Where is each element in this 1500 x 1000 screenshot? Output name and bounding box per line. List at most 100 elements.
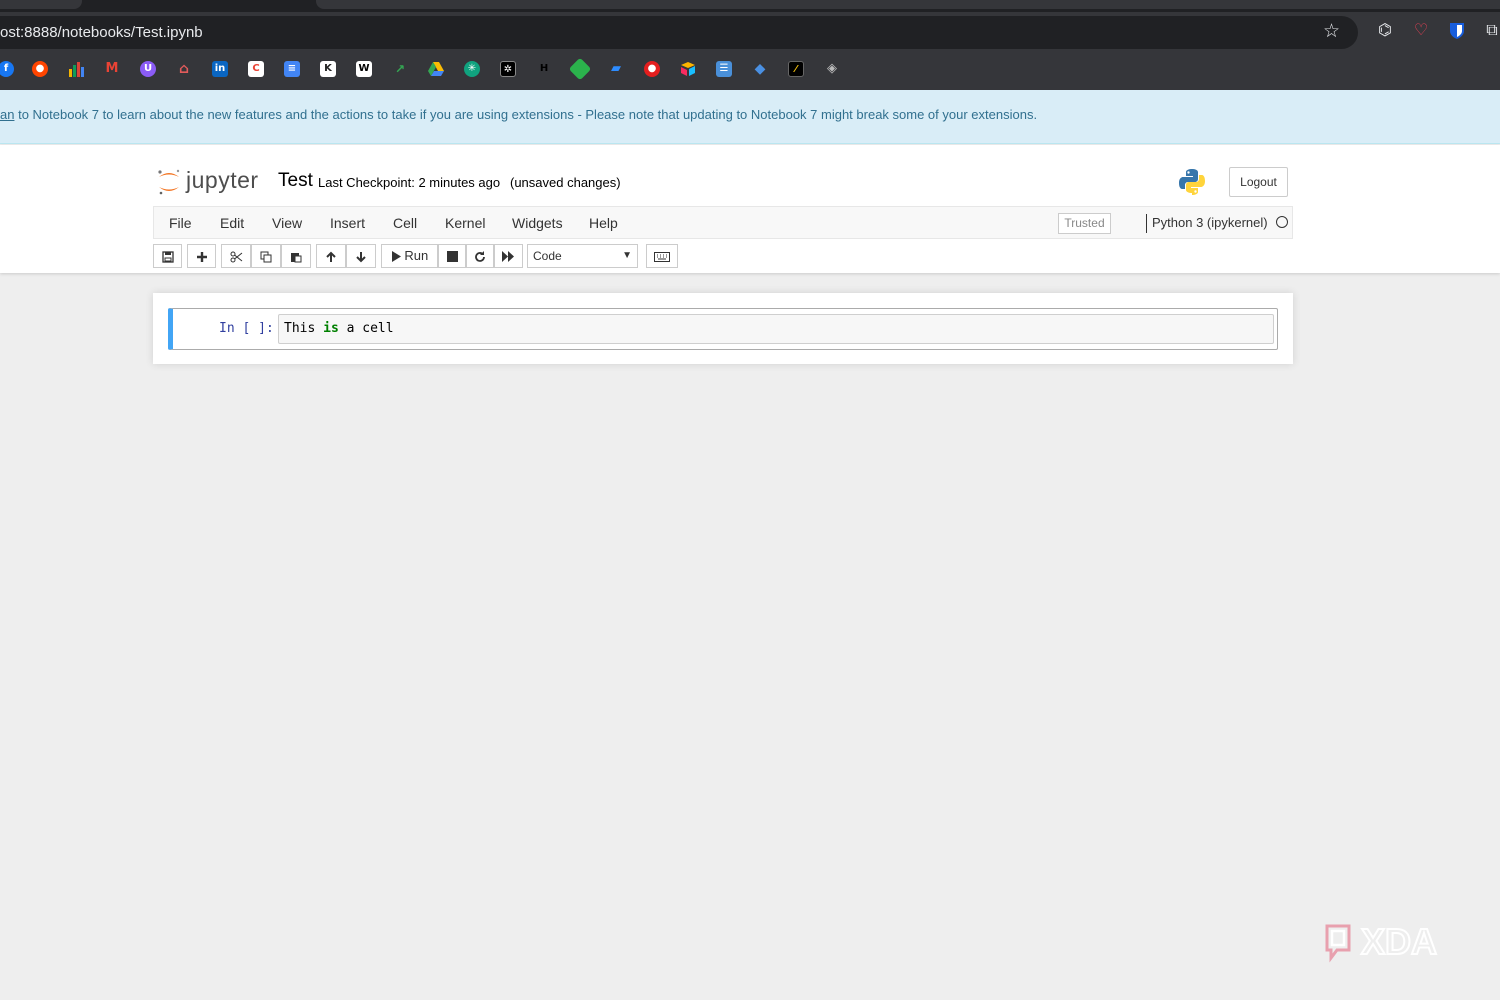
linkedin-icon[interactable]: in bbox=[212, 61, 228, 77]
notebook-name[interactable]: Test bbox=[278, 170, 313, 192]
stop-icon bbox=[446, 251, 458, 263]
menu-cell[interactable]: Cell bbox=[393, 215, 417, 231]
logout-button[interactable]: Logout bbox=[1229, 167, 1288, 197]
jupyter-logo-text: jupyter bbox=[186, 167, 259, 193]
cell-prompt: In [ ]: bbox=[219, 321, 274, 336]
wikipedia-icon[interactable]: W bbox=[356, 61, 372, 77]
bookmark-star-icon[interactable]: ☆ bbox=[1323, 20, 1340, 43]
kernel-idle-icon bbox=[1276, 216, 1288, 228]
bug-icon[interactable]: ✲ bbox=[500, 61, 516, 77]
notebook-header: jupyter Test Last Checkpoint: 2 minutes … bbox=[0, 145, 1500, 273]
paste-button[interactable] bbox=[281, 244, 311, 268]
restart-icon bbox=[475, 250, 485, 262]
notice-link[interactable]: an bbox=[0, 107, 14, 122]
google-drive-icon[interactable] bbox=[428, 61, 444, 77]
browser-tab[interactable] bbox=[0, 0, 82, 9]
cell-type-select[interactable]: Code ▼ bbox=[527, 244, 638, 268]
tasks-icon[interactable]: ☰ bbox=[716, 61, 732, 77]
chat-icon[interactable]: ▰ bbox=[608, 61, 624, 77]
menu-kernel[interactable]: Kernel bbox=[445, 215, 485, 231]
proton-icon[interactable]: U bbox=[140, 61, 156, 77]
notice-text: an to Notebook 7 to learn about the new … bbox=[0, 107, 1037, 122]
arrow-down-icon bbox=[356, 251, 366, 262]
notice-message: to Notebook 7 to learn about the new fea… bbox=[14, 107, 1038, 122]
checkpoint-status: Last Checkpoint: 2 minutes ago bbox=[318, 175, 501, 190]
kb-icon[interactable]: K bbox=[320, 61, 336, 77]
address-bar[interactable]: ost:8888/notebooks/Test.ipynb ☆ bbox=[0, 16, 1358, 49]
watermark-text: XDA bbox=[1361, 921, 1437, 962]
trusted-indicator[interactable]: Trusted bbox=[1058, 213, 1111, 234]
puzzle-icon[interactable]: ⧉ bbox=[1482, 22, 1500, 40]
cut-icon bbox=[230, 251, 242, 263]
python-logo-icon bbox=[1179, 169, 1205, 195]
browser-tabstrip bbox=[0, 0, 1500, 12]
bitwarden-icon[interactable] bbox=[1447, 22, 1467, 40]
terminal-icon[interactable]: ⁄ bbox=[788, 61, 804, 77]
red-app-icon[interactable]: ● bbox=[644, 61, 660, 77]
kernel-separator bbox=[1146, 214, 1147, 233]
menu-widgets[interactable]: Widgets bbox=[512, 215, 563, 231]
restart-button[interactable] bbox=[466, 244, 494, 268]
jupyter-logo[interactable]: jupyter bbox=[156, 167, 266, 197]
airtable-icon[interactable] bbox=[680, 61, 696, 77]
run-button[interactable]: Run bbox=[381, 244, 438, 268]
fast-forward-icon bbox=[502, 251, 514, 263]
cell-editor[interactable]: This is a cell bbox=[278, 314, 1274, 344]
cut-button[interactable] bbox=[221, 244, 251, 268]
code-text-rest: a cell bbox=[338, 321, 394, 336]
gmail-icon[interactable]: M bbox=[104, 61, 120, 77]
code-text: This bbox=[284, 321, 324, 336]
cell-type-value: Code bbox=[533, 249, 562, 263]
google-docs-icon[interactable]: ≡ bbox=[284, 61, 300, 77]
spy-icon[interactable]: ⌬ bbox=[1375, 22, 1395, 40]
insert-cell-button[interactable] bbox=[187, 244, 216, 268]
google-calendar-icon[interactable]: C bbox=[248, 61, 264, 77]
browser-toolbar: ost:8888/notebooks/Test.ipynb ☆ ⌬ ♡ ⧉ f … bbox=[0, 12, 1500, 90]
save-button[interactable] bbox=[153, 244, 182, 268]
notebook7-notice: an to Notebook 7 to learn about the new … bbox=[0, 90, 1500, 144]
menu-edit[interactable]: Edit bbox=[220, 215, 244, 231]
url-text[interactable]: ost:8888/notebooks/Test.ipynb bbox=[0, 24, 203, 41]
paint-icon[interactable]: ◆ bbox=[752, 61, 768, 77]
menu-file[interactable]: File bbox=[169, 215, 192, 231]
jupyter-logo-icon bbox=[158, 169, 180, 195]
paste-icon bbox=[291, 252, 302, 263]
bookmarks-bar: f ● M U ⌂ in C ≡ K W ↗ ✳ ✲ H ▰ ● ☰ ◆ ⁄ ◈ bbox=[0, 57, 1500, 82]
menu-view[interactable]: View bbox=[272, 215, 302, 231]
interrupt-button[interactable] bbox=[438, 244, 466, 268]
move-down-button[interactable] bbox=[346, 244, 376, 268]
notebook-container: In [ ]: This is a cell bbox=[153, 293, 1293, 364]
kernel-name[interactable]: Python 3 (ipykernel) bbox=[1152, 215, 1268, 230]
cell-code[interactable]: This is a cell bbox=[284, 321, 394, 336]
copy-button[interactable] bbox=[251, 244, 281, 268]
arrow-icon[interactable]: ↗ bbox=[392, 61, 408, 77]
menu-insert[interactable]: Insert bbox=[330, 215, 365, 231]
menubar: File Edit View Insert Cell Kernel Widget… bbox=[153, 206, 1293, 239]
code-keyword: is bbox=[323, 321, 339, 336]
feedly-icon[interactable] bbox=[568, 57, 592, 81]
menu-help[interactable]: Help bbox=[589, 215, 618, 231]
arrow-up-icon bbox=[326, 251, 336, 262]
keyboard-icon bbox=[654, 251, 670, 262]
restart-run-all-button[interactable] bbox=[494, 244, 523, 268]
play-icon bbox=[391, 251, 401, 263]
layers-icon[interactable]: ◈ bbox=[824, 61, 840, 77]
h-icon[interactable]: H bbox=[536, 61, 552, 77]
browser-tab-active[interactable] bbox=[316, 0, 1500, 9]
unsaved-status: (unsaved changes) bbox=[510, 175, 621, 190]
command-palette-button[interactable] bbox=[646, 244, 678, 268]
copy-icon bbox=[260, 251, 272, 263]
pocket-icon[interactable]: ♡ bbox=[1411, 22, 1431, 40]
facebook-icon[interactable]: f bbox=[0, 61, 14, 77]
save-icon bbox=[161, 250, 174, 263]
reddit-icon[interactable]: ● bbox=[32, 61, 48, 77]
plus-icon bbox=[196, 251, 207, 262]
run-label: Run bbox=[404, 248, 429, 263]
xda-watermark: XDA bbox=[1325, 920, 1438, 963]
code-cell[interactable]: In [ ]: This is a cell bbox=[168, 308, 1278, 350]
store-icon[interactable]: ⌂ bbox=[176, 61, 192, 77]
chart-icon[interactable] bbox=[68, 61, 84, 77]
chatgpt-icon[interactable]: ✳ bbox=[464, 61, 480, 77]
chevron-down-icon: ▼ bbox=[622, 250, 632, 261]
move-up-button[interactable] bbox=[316, 244, 346, 268]
